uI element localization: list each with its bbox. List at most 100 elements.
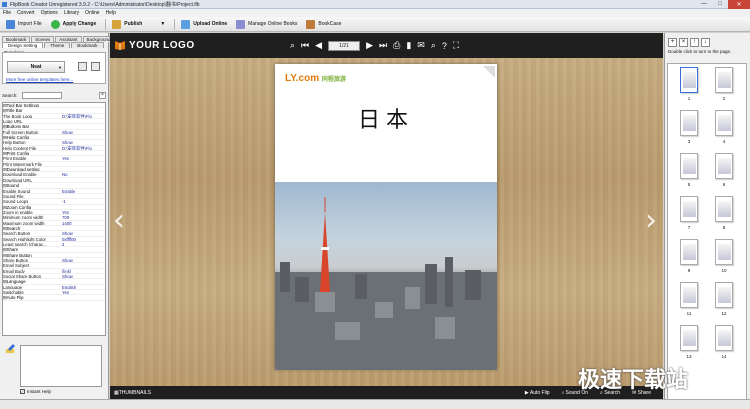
setting-key: ⊟Title Bar xyxy=(3,108,23,113)
upload-online-button[interactable]: Upload Online xyxy=(178,18,230,31)
thumbnail-image xyxy=(683,330,696,346)
zoom-icon[interactable]: ⌕ xyxy=(290,40,295,51)
setting-value: Show xyxy=(62,257,73,263)
move-up-icon[interactable]: ↑ xyxy=(690,38,699,47)
right-panel: + × ↑ ↓ Double click to turn to the page… xyxy=(664,33,750,409)
search-row: Search: × xyxy=(2,91,106,99)
page-thumbnail[interactable] xyxy=(680,67,698,93)
setting-key: Share Button xyxy=(3,257,29,263)
page-thumbnail[interactable] xyxy=(680,325,698,351)
menu-online[interactable]: Online xyxy=(85,10,99,16)
setting-key: Language xyxy=(3,284,23,290)
import-file-button[interactable]: Import File xyxy=(3,18,45,31)
page-curl-icon[interactable] xyxy=(483,66,495,78)
print-icon[interactable]: ⎙ xyxy=(393,40,400,51)
setting-key: ⊟Tool Bar Settings xyxy=(3,103,40,108)
page-number-input[interactable]: 1/21 xyxy=(328,40,361,51)
prev-arrow-icon[interactable]: ‹ xyxy=(113,203,125,238)
bookcase-button[interactable]: BookCase xyxy=(303,18,344,31)
page-tools: + × ↑ ↓ xyxy=(665,37,750,48)
setting-key: Sound File xyxy=(3,193,24,199)
setting-key: ⊟Share Button xyxy=(3,252,32,257)
page-thumbnail[interactable] xyxy=(715,110,733,136)
next-page-icon[interactable]: ▶ xyxy=(366,40,373,51)
page-thumbnail[interactable] xyxy=(680,282,698,308)
thumbnails-button[interactable]: THUMBNAILS xyxy=(119,390,151,396)
setting-value: 700 xyxy=(62,215,70,220)
page-thumbnail[interactable] xyxy=(715,196,733,222)
setting-row[interactable]: ⊟Auto Flip xyxy=(3,295,105,301)
page-thumbnail[interactable] xyxy=(715,325,733,351)
thumbnail-list[interactable]: 1 2 3 4 5 6 7 8 9 10 11 12 13 14 xyxy=(667,63,747,403)
search-icon[interactable]: ⌕ xyxy=(431,40,436,51)
email-icon[interactable]: ✉ xyxy=(417,40,425,51)
menu-file[interactable]: File xyxy=(3,10,11,16)
checkbox-icon: ✓ xyxy=(20,389,25,394)
tab-theme[interactable]: Theme xyxy=(44,42,71,48)
apply-change-button[interactable]: Apply Change xyxy=(48,18,100,31)
setting-key: Social Share Button xyxy=(3,274,41,279)
menu-convert[interactable]: Convert xyxy=(17,10,35,16)
flipbook-preview: YOUR LOGO ⌕ ⏮ ◀ 1/21 ▶ ⏭ ⎙ ▮ ✉ ⌕ ? ⛶ ‹ ›… xyxy=(110,33,663,399)
book-cover-page[interactable]: LY.com 同程旅游 日本 xyxy=(275,64,497,370)
apply-icon xyxy=(50,19,60,29)
last-page-icon[interactable]: ⏭ xyxy=(379,40,387,51)
first-page-icon[interactable]: ⏮ xyxy=(301,40,309,51)
auto-flip-button[interactable]: ▶ Auto Flip xyxy=(525,390,556,396)
thumbnail-image xyxy=(683,115,696,131)
publish-button[interactable]: Publish ▼ xyxy=(109,18,168,31)
thumbnail-image xyxy=(718,201,731,217)
viewer-navigation: ⌕ ⏮ ◀ 1/21 ▶ ⏭ ⎙ ▮ ✉ ⌕ ? ⛶ xyxy=(290,40,465,51)
next-arrow-icon[interactable]: › xyxy=(645,203,657,238)
publish-dropdown-icon[interactable]: ▼ xyxy=(160,21,165,27)
save-template-icon[interactable] xyxy=(78,62,87,71)
menu-library[interactable]: Library xyxy=(64,10,79,16)
minimize-button[interactable]: — xyxy=(696,0,712,9)
setting-value: Show xyxy=(62,274,73,279)
prev-page-icon[interactable]: ◀ xyxy=(315,40,322,51)
manage-icon xyxy=(236,19,246,29)
maximize-button[interactable]: □ xyxy=(712,0,728,9)
page-thumbnail[interactable] xyxy=(680,153,698,179)
menu-help[interactable]: Help xyxy=(106,10,116,16)
page-number-label: 7 xyxy=(687,225,691,230)
manage-online-books-button[interactable]: Manage Online Books xyxy=(233,18,300,31)
instant-help-checkbox[interactable]: ✓ Instant Help xyxy=(20,389,51,394)
page-number-label: 5 xyxy=(687,182,691,187)
page-thumbnail[interactable] xyxy=(715,239,733,265)
move-down-icon[interactable]: ↓ xyxy=(701,38,710,47)
help-icon[interactable]: ? xyxy=(442,41,447,51)
add-page-icon[interactable]: + xyxy=(668,38,677,47)
page-thumbnail[interactable] xyxy=(715,282,733,308)
page-thumbnail[interactable] xyxy=(715,153,733,179)
upload-icon xyxy=(181,19,191,29)
tab-design-setting[interactable]: Design Setting xyxy=(2,42,44,48)
page-number-label: 2 xyxy=(722,96,726,101)
menu-options[interactable]: Options xyxy=(41,10,58,16)
page-thumbnail[interactable] xyxy=(715,67,733,93)
fullscreen-icon[interactable]: ⛶ xyxy=(453,40,459,51)
main-toolbar: Import File Apply Change Publish ▼ Upload… xyxy=(0,17,750,32)
page-thumbnail[interactable] xyxy=(680,110,698,136)
page-thumbnail[interactable] xyxy=(680,239,698,265)
clear-search-button[interactable]: × xyxy=(99,91,106,99)
setting-value: Show xyxy=(62,231,73,236)
more-templates-link[interactable]: More free online templates here... xyxy=(6,77,73,82)
setting-value: Show xyxy=(62,129,73,135)
search-input[interactable] xyxy=(21,91,62,99)
import-icon xyxy=(6,19,15,29)
thumbnail-image xyxy=(683,244,696,260)
settings-tree[interactable]: ⊟Tool Bar Settings ⊟Title Bar The Book L… xyxy=(2,102,106,336)
page-number-label: 4 xyxy=(722,139,726,144)
delete-page-icon[interactable]: × xyxy=(679,38,688,47)
template-selector[interactable]: Neat ▼ xyxy=(7,61,65,73)
load-template-icon[interactable] xyxy=(91,62,100,71)
thumbnail-image xyxy=(718,330,731,346)
page-thumbnail[interactable] xyxy=(680,196,698,222)
tab-bookmark[interactable]: Bookmark xyxy=(71,42,104,48)
watermark: 极速下载站 xyxy=(578,368,689,393)
chevron-down-icon: ▼ xyxy=(58,64,62,70)
close-button[interactable]: ✕ xyxy=(728,0,750,9)
bookmark-icon[interactable]: ▮ xyxy=(406,40,411,51)
viewer-top-bar: YOUR LOGO ⌕ ⏮ ◀ 1/21 ▶ ⏭ ⎙ ▮ ✉ ⌕ ? ⛶ xyxy=(110,33,663,58)
